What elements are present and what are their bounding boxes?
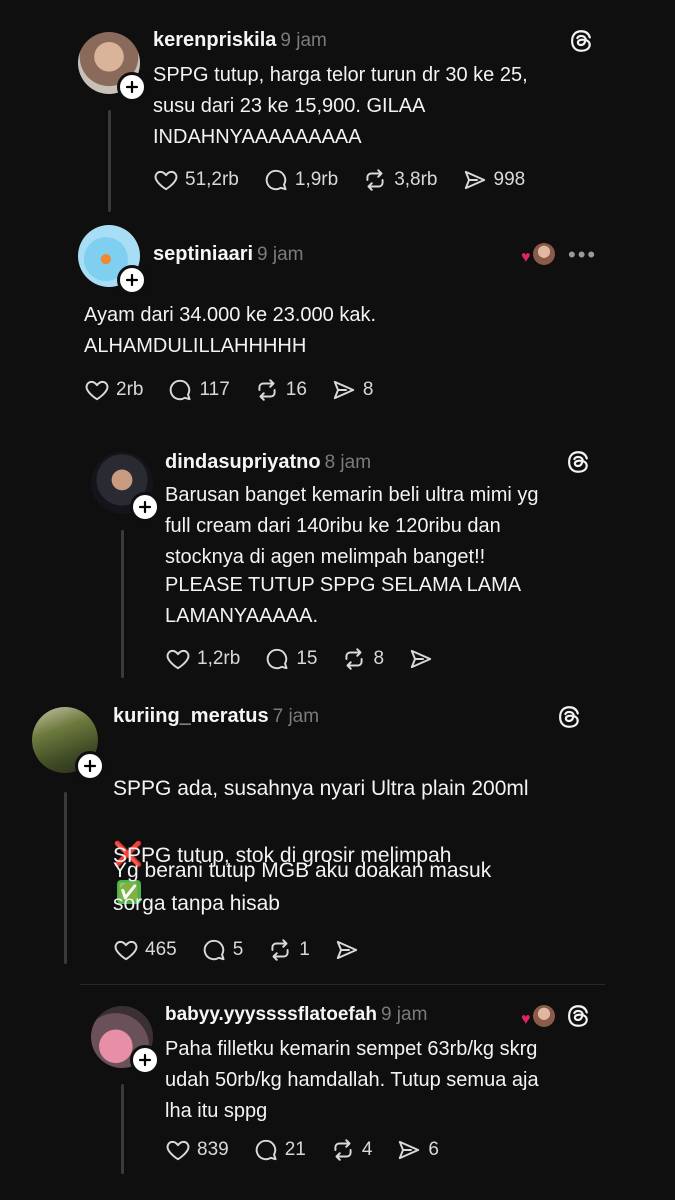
heart-icon	[113, 937, 139, 963]
send-icon	[331, 377, 357, 403]
share-count: 998	[493, 169, 526, 190]
post-text-3: Yg berani tutup MGB aku doakan masuk sor…	[113, 859, 492, 915]
thread-connector	[121, 530, 124, 678]
heart-icon	[153, 167, 179, 193]
username[interactable]: kerenpriskila	[153, 29, 276, 51]
threads-logo-icon[interactable]	[565, 449, 591, 475]
liked-by-avatar	[533, 1005, 555, 1027]
post-time: 7 jam	[272, 706, 320, 727]
username[interactable]: dindasupriyatno	[165, 451, 321, 473]
threads-logo-icon[interactable]	[568, 28, 594, 54]
repost-count: 8	[373, 648, 385, 669]
reply-count: 15	[296, 648, 318, 669]
like-button[interactable]: 2rb	[84, 377, 143, 403]
heart-icon	[165, 646, 191, 672]
like-button[interactable]: 51,2rb	[153, 167, 239, 193]
like-count: 2rb	[116, 379, 144, 400]
threads-logo-icon[interactable]	[556, 704, 582, 730]
more-icon[interactable]: •••	[568, 242, 597, 268]
post-time: 9 jam	[280, 30, 327, 51]
comment-icon	[167, 377, 193, 403]
comment-icon	[253, 1137, 279, 1163]
post-text-2: PLEASE TUTUP SPPG SELAMA LAMA LAMANYAAAA…	[165, 574, 522, 627]
reply-button[interactable]: 15	[264, 646, 317, 672]
repost-count: 16	[285, 379, 307, 400]
send-icon	[408, 646, 434, 672]
like-count: 51,2rb	[185, 169, 239, 190]
repost-button[interactable]: 16	[254, 377, 307, 403]
heart-badge-icon: ♥	[521, 249, 531, 266]
share-count: 8	[362, 379, 374, 400]
threads-logo-icon[interactable]	[565, 1003, 591, 1029]
post-time: 9 jam	[380, 1004, 428, 1025]
reply-count: 5	[232, 939, 244, 960]
reply-button[interactable]: 21	[253, 1137, 306, 1163]
like-button[interactable]: 1,2rb	[165, 646, 240, 672]
repost-count: 1	[299, 939, 310, 960]
post-time: 8 jam	[324, 452, 372, 473]
repost-icon	[267, 937, 293, 963]
post-text: SPPG tutup, harga telor turun dr 30 ke 2…	[153, 64, 528, 148]
heart-icon	[165, 1137, 191, 1163]
repost-button[interactable]: 3,8rb	[362, 167, 438, 193]
repost-button[interactable]: 1	[267, 937, 310, 963]
repost-icon	[254, 377, 280, 403]
share-button[interactable]	[334, 937, 366, 963]
repost-button[interactable]: 4	[330, 1137, 373, 1163]
thread-connector	[64, 792, 67, 964]
send-icon	[396, 1137, 422, 1163]
like-count: 465	[145, 939, 177, 960]
heart-badge-icon: ♥	[521, 1011, 531, 1028]
thread-connector	[108, 110, 111, 212]
heart-icon	[84, 377, 110, 403]
username[interactable]: septiniaari	[153, 243, 253, 265]
like-count: 1,2rb	[197, 648, 241, 669]
send-icon	[462, 167, 488, 193]
post-time: 9 jam	[257, 244, 304, 265]
follow-plus-icon[interactable]	[117, 265, 147, 295]
share-button[interactable]	[408, 646, 440, 672]
liked-by-avatar	[533, 243, 555, 265]
follow-plus-icon[interactable]	[130, 1045, 160, 1075]
post-text-line: SPPG ada, susahnya nyari Ultra plain 200…	[113, 777, 529, 800]
follow-plus-icon[interactable]	[117, 72, 147, 102]
send-icon	[334, 937, 360, 963]
reply-button[interactable]: 1,9rb	[263, 167, 338, 193]
comment-icon	[263, 167, 289, 193]
reply-button[interactable]: 117	[167, 377, 230, 403]
share-button[interactable]: 6	[396, 1137, 439, 1163]
username[interactable]: babyy.yyyssssflatoefah	[165, 1004, 377, 1025]
repost-icon	[330, 1137, 356, 1163]
comment-icon	[264, 646, 290, 672]
repost-icon	[341, 646, 367, 672]
reply-count: 21	[284, 1139, 306, 1160]
reply-button[interactable]: 5	[201, 937, 244, 963]
username[interactable]: kuriing_meratus	[113, 705, 269, 727]
repost-count: 4	[361, 1139, 373, 1160]
like-button[interactable]: 839	[165, 1137, 229, 1163]
divider	[80, 984, 605, 985]
post-text: Barusan banget kemarin beli ultra mimi y…	[165, 484, 539, 568]
follow-plus-icon[interactable]	[130, 492, 160, 522]
post-text: Ayam dari 34.000 ke 23.000 kak. ALHAMDUL…	[84, 304, 377, 357]
post-text: Paha filletku kemarin sempet 63rb/kg skr…	[165, 1038, 539, 1122]
like-button[interactable]: 465	[113, 937, 177, 963]
reply-count: 1,9rb	[294, 169, 339, 190]
reply-count: 117	[199, 379, 230, 400]
comment-icon	[201, 937, 227, 963]
like-count: 839	[197, 1139, 229, 1160]
repost-button[interactable]: 8	[341, 646, 384, 672]
repost-icon	[362, 167, 388, 193]
thread-connector	[121, 1084, 124, 1174]
share-button[interactable]: 8	[331, 377, 374, 403]
share-count: 6	[428, 1139, 439, 1160]
share-button[interactable]: 998	[462, 167, 526, 193]
follow-plus-icon[interactable]	[75, 751, 105, 781]
repost-count: 3,8rb	[394, 169, 438, 190]
